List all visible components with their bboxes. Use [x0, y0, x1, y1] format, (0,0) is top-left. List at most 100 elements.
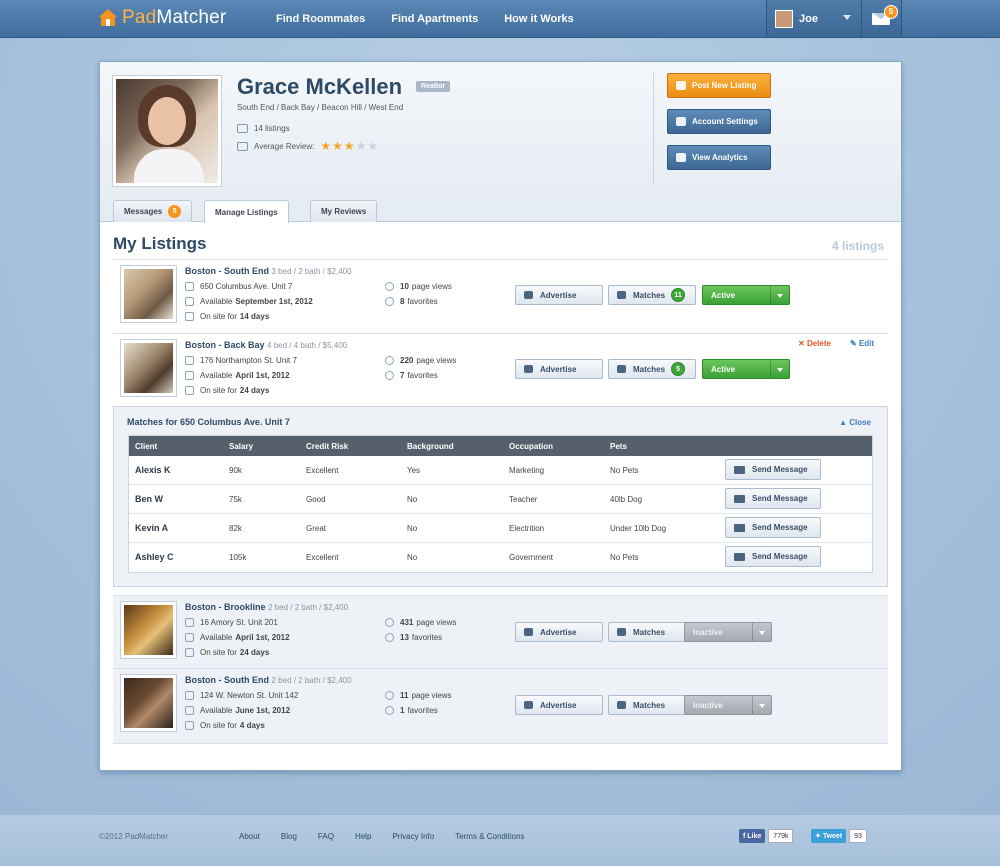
hourglass-icon	[185, 312, 194, 321]
megaphone-icon	[524, 628, 533, 636]
matches-button[interactable]: Matches	[608, 695, 696, 715]
listing-title[interactable]: Boston - Brookline 2 bed / 2 bath / $2,4…	[185, 602, 348, 612]
profile-areas: South End / Back Bay / Beacon Hill / Wes…	[237, 103, 404, 112]
facebook-like: f Like 779k	[739, 829, 794, 843]
megaphone-icon	[524, 365, 533, 373]
tab-messages[interactable]: Messages 5	[113, 200, 193, 222]
table-row: Ben W 75k Good No Teacher 40lb Dog Send …	[129, 485, 872, 514]
people-icon	[237, 124, 248, 133]
eye-icon	[385, 691, 394, 700]
profile-photo	[112, 75, 222, 187]
post-new-listing-button[interactable]: Post New Listing	[667, 73, 771, 98]
advertise-button[interactable]: Advertise	[515, 285, 603, 305]
footer-link-terms[interactable]: Terms & Conditions	[455, 832, 524, 841]
view-analytics-button[interactable]: View Analytics	[667, 145, 771, 170]
table-row: Kevin A 82k Great No Electrition Under 1…	[129, 514, 872, 543]
matches-button[interactable]: Matches 11	[608, 285, 696, 305]
footer-link-about[interactable]: About	[239, 832, 260, 841]
send-message-button[interactable]: Send Message	[725, 488, 821, 509]
logo[interactable]: PadMatcher	[98, 7, 226, 29]
listings-stat: 14 listings	[237, 124, 290, 133]
chevron-down-icon	[777, 294, 783, 298]
footer-link-help[interactable]: Help	[355, 832, 371, 841]
matches-table: Client Salary Credit Risk Background Occ…	[128, 435, 873, 573]
copyright: ©2012 PadMatcher	[99, 832, 169, 841]
messages-count-badge: 5	[168, 205, 182, 218]
listing-row: Boston - South End 3 bed / 2 bath / $2,4…	[113, 260, 888, 334]
heart-icon	[385, 706, 394, 715]
send-message-button[interactable]: Send Message	[725, 517, 821, 538]
status-dropdown[interactable]: Active	[702, 359, 790, 379]
people-icon	[617, 701, 626, 709]
listing-photo[interactable]	[120, 265, 177, 323]
calendar-icon	[185, 633, 194, 642]
matches-title: Matches for 650 Columbus Ave. Unit 7	[127, 417, 290, 427]
main-card: Grace McKellen Realtor South End / Back …	[99, 61, 902, 771]
advertise-button[interactable]: Advertise	[515, 359, 603, 379]
hourglass-icon	[185, 386, 194, 395]
star-empty-icon: ★	[355, 139, 367, 153]
listing-photo[interactable]	[120, 339, 177, 397]
messages-button[interactable]: 5	[862, 0, 902, 37]
eye-icon	[385, 282, 394, 291]
gear-icon	[676, 117, 686, 126]
status-dropdown[interactable]: Inactive	[684, 622, 772, 642]
calendar-icon	[237, 141, 248, 151]
nav-find-roommates[interactable]: Find Roommates	[276, 13, 365, 25]
twitter-icon: ✦	[815, 833, 823, 840]
status-dropdown[interactable]: Inactive	[684, 695, 772, 715]
footer-link-faq[interactable]: FAQ	[318, 832, 334, 841]
table-row: Ashley C 105k Excellent No Government No…	[129, 543, 872, 572]
rating-stars: ★ ★ ★ ★ ★	[320, 139, 379, 153]
house-icon	[676, 81, 686, 90]
profile-name: Grace McKellen	[237, 74, 403, 99]
hourglass-icon	[185, 648, 194, 657]
listing-row: Boston - Brookline 2 bed / 2 bath / $2,4…	[113, 595, 888, 669]
divider	[653, 72, 654, 184]
footer-link-privacy[interactable]: Privacy Info	[392, 832, 434, 841]
people-icon	[185, 618, 194, 627]
nav-how-it-works[interactable]: How it Works	[504, 13, 573, 25]
envelope-icon	[734, 523, 745, 532]
tab-manage-listings[interactable]: Manage Listings	[204, 200, 289, 223]
listing-photo[interactable]	[120, 601, 177, 659]
people-icon	[617, 291, 626, 299]
user-menu[interactable]: Joe	[766, 0, 862, 37]
listing-title[interactable]: Boston - South End 3 bed / 2 bath / $2,4…	[185, 266, 352, 276]
profile-header: Grace McKellen Realtor South End / Back …	[100, 62, 901, 222]
footer-link-blog[interactable]: Blog	[281, 832, 297, 841]
tab-my-reviews[interactable]: My Reviews	[310, 200, 378, 222]
advertise-button[interactable]: Advertise	[515, 622, 603, 642]
envelope-icon	[734, 552, 745, 561]
heart-icon	[385, 297, 394, 306]
listing-title[interactable]: Boston - Back Bay 4 bed / 4 bath / $5,40…	[185, 340, 347, 350]
calendar-icon	[185, 297, 194, 306]
send-message-button[interactable]: Send Message	[725, 459, 821, 480]
status-dropdown[interactable]: Active	[702, 285, 790, 305]
listing-photo[interactable]	[120, 674, 177, 732]
footer-links: About Blog FAQ Help Privacy Info Terms &…	[239, 832, 546, 841]
review-stat: Average Review: ★ ★ ★ ★ ★	[237, 139, 379, 153]
heart-icon	[385, 371, 394, 380]
matches-button[interactable]: Matches	[608, 622, 696, 642]
edit-link[interactable]: ✎ Edit	[850, 339, 874, 348]
delete-link[interactable]: ✕ Delete	[798, 339, 831, 348]
chevron-down-icon	[759, 631, 765, 635]
advertise-button[interactable]: Advertise	[515, 695, 603, 715]
tweet-button[interactable]: ✦ Tweet	[811, 829, 847, 843]
listing-count: 4 listings	[831, 239, 884, 253]
house-icon	[99, 9, 117, 26]
avatar	[775, 9, 793, 28]
listing-title[interactable]: Boston - South End 2 bed / 2 bath / $2,4…	[185, 675, 352, 685]
account-settings-button[interactable]: Account Settings	[667, 109, 771, 134]
like-button[interactable]: f Like	[739, 829, 766, 843]
match-count-badge: 11	[671, 288, 686, 302]
twitter-tweet: ✦ Tweet 93	[811, 829, 867, 843]
matches-button[interactable]: Matches 5	[608, 359, 696, 379]
star-icon: ★	[320, 139, 332, 153]
user-name: Joe	[799, 12, 818, 25]
nav-find-apartments[interactable]: Find Apartments	[391, 13, 478, 25]
close-link[interactable]: ▲ Close	[839, 418, 871, 427]
send-message-button[interactable]: Send Message	[725, 546, 821, 567]
star-empty-icon: ★	[367, 139, 379, 153]
